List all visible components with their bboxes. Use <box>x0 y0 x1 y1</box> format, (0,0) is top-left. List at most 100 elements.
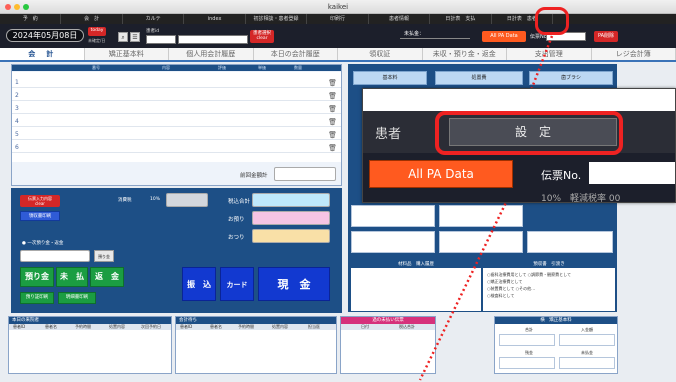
title-bar: kaikei <box>0 0 676 14</box>
col: 患者ID <box>180 324 193 329</box>
total-field[interactable] <box>252 193 330 207</box>
tab-ryoshusho[interactable]: 領収証 <box>338 48 423 60</box>
transfer-button[interactable]: 振 込 <box>182 267 216 301</box>
payment-panel: 伝票入力内容 clear 領収書印刷 消費税 10% 税込合計 お預り おつり … <box>11 188 342 313</box>
deposit-amount-input[interactable] <box>20 250 90 262</box>
line-number: 3 <box>15 105 19 112</box>
patient-name-input[interactable] <box>178 35 248 44</box>
trash-icon[interactable]: 🗑 <box>328 78 337 88</box>
line-item[interactable]: 3 🗑 <box>12 104 341 114</box>
item-slot[interactable] <box>439 231 523 253</box>
col: 次回予約日 <box>141 324 161 329</box>
deposit-small-button[interactable]: 預り金 <box>94 250 114 262</box>
col: 予約時間 <box>75 324 91 329</box>
prev-total-field[interactable] <box>274 167 336 181</box>
card-button[interactable]: カード <box>220 267 254 301</box>
waiting-title: 会計待ち <box>176 317 336 324</box>
tab-kojin-history[interactable]: 個人用会計履歴 <box>169 48 254 60</box>
menu-kaikei[interactable]: 会 計 <box>61 14 123 24</box>
close-window-icon[interactable] <box>5 4 11 10</box>
today-patients-title: 本日の来院者 <box>9 317 171 324</box>
opt-label: 調節費・観察費として <box>531 272 572 277</box>
line-item[interactable]: 6 🗑 <box>12 143 341 153</box>
date-display[interactable]: 2024年05月08日 <box>6 29 84 42</box>
tax-rate: 10% <box>150 197 161 202</box>
zoom-lower-bar: All PA Data 伝票No. 10% 軽減税率 00 <box>363 153 675 202</box>
tab-kaikei[interactable]: 会 計 <box>0 48 85 60</box>
today-patients-cols: 患者ID 患者名 予約時間 処置内容 次回予約日 <box>9 324 171 330</box>
patient-id-label: 患者id <box>146 29 160 34</box>
menu-karte[interactable]: カルテ <box>123 14 185 24</box>
deposit-receipt-print-button[interactable]: 預り証印刷 <box>20 292 54 304</box>
deposit-button[interactable]: 預り金 <box>20 267 54 287</box>
col-zankin: 残金 <box>525 350 533 355</box>
trash-icon[interactable]: 🗑 <box>328 104 337 114</box>
item-slot[interactable] <box>527 231 613 253</box>
search-button[interactable]: ⌕ <box>118 32 128 42</box>
zoom-window-icon[interactable] <box>23 4 29 10</box>
search-icon: ⌕ <box>121 34 125 41</box>
tab-mishu[interactable]: 未収・預り金・返金 <box>423 48 507 60</box>
minimize-window-icon[interactable] <box>14 4 20 10</box>
col-bango: 番号 <box>92 65 100 70</box>
tax-label: 消費税 <box>118 198 132 203</box>
pa-delete-button[interactable]: PA削除 <box>594 31 618 42</box>
menu-daily-payment[interactable]: 日計表 支払 <box>430 14 492 24</box>
zankin-field[interactable] <box>499 357 555 369</box>
col: 患者名 <box>210 324 222 329</box>
today-button[interactable]: today <box>88 27 106 36</box>
waiting-panel: 会計待ち 患者ID 患者名 予約時間 処置内容 担当医 <box>175 316 337 374</box>
menu-print[interactable]: 印刷行 <box>307 14 369 24</box>
item-slot[interactable] <box>439 205 523 227</box>
trash-icon[interactable]: 🗑 <box>328 143 337 153</box>
mibarai-field[interactable] <box>559 357 615 369</box>
tab-kyosei[interactable]: 矯正基本料 <box>85 48 169 60</box>
prev-total-label: 前回金額計 <box>240 173 268 179</box>
unpaid-underline <box>400 38 470 39</box>
tab-kihonryo[interactable]: 基本料 <box>353 71 427 85</box>
receipt-print-button[interactable]: 領収書印刷 <box>20 211 60 221</box>
menu-patient-info[interactable]: 患者情報 <box>369 14 431 24</box>
trash-icon[interactable]: 🗑 <box>328 117 337 127</box>
zoom-denpyo-input[interactable] <box>589 162 675 184</box>
line-item[interactable]: 5 🗑 <box>12 130 341 140</box>
item-slot[interactable] <box>351 205 435 227</box>
tax-field[interactable] <box>166 193 208 207</box>
trash-icon[interactable]: 🗑 <box>328 91 337 101</box>
line-item[interactable]: 1 🗑 <box>12 78 341 88</box>
refund-button[interactable]: 返 金 <box>90 267 124 287</box>
zoom-all-pa-button[interactable]: All PA Data <box>369 160 513 188</box>
patient-select-button[interactable]: 患者選択 clear <box>250 30 274 43</box>
unpaid-label: 未払金： <box>404 31 425 37</box>
menu-registration[interactable]: 初診相談・患者登録 <box>246 14 308 24</box>
col-nyukin: 入金額 <box>581 327 593 332</box>
menu-yoyaku[interactable]: 予 約 <box>0 14 62 24</box>
patient-id-input[interactable] <box>146 35 176 44</box>
line-item[interactable]: 2 🗑 <box>12 91 341 101</box>
deposit-field[interactable] <box>252 211 330 225</box>
unpaid-slips-panel: 過の未払い伝票 日付 税込合計 <box>340 316 436 374</box>
unpaid-button[interactable]: 未 払 <box>56 267 88 287</box>
change-field[interactable] <box>252 229 330 243</box>
gokei-field[interactable] <box>499 334 555 346</box>
tab-today-history[interactable]: 本日の会計履歴 <box>254 48 338 60</box>
item-slot[interactable] <box>351 231 435 253</box>
tab-toothbrush[interactable]: 歯ブラシ <box>529 71 613 85</box>
col: 担当医 <box>308 324 320 329</box>
one-time-deposit-radio[interactable]: ● 一次預り金・返金 <box>22 240 63 246</box>
trash-icon[interactable]: 🗑 <box>328 130 337 140</box>
line-item[interactable]: 4 🗑 <box>12 117 341 127</box>
statement-print-button[interactable]: 明細書印刷 <box>58 292 96 304</box>
opt-label: 装置費として <box>490 286 515 291</box>
tab-reji[interactable]: レジ会計簿 <box>592 48 676 60</box>
all-pa-data-button[interactable]: All PA Data <box>482 31 526 42</box>
list-button[interactable]: ☰ <box>130 32 140 42</box>
menu-index[interactable]: index <box>184 14 246 24</box>
col-suryo: 数量 <box>294 65 302 70</box>
cash-button[interactable]: 現 金 <box>258 267 330 301</box>
nyukin-field[interactable] <box>559 334 615 346</box>
tab-shochi[interactable]: 処置費 <box>435 71 523 85</box>
tab-shishutsu[interactable]: 支出管理 <box>507 48 592 60</box>
zoom-callout: 患者 設 定 All PA Data 伝票No. 10% 軽減税率 00 <box>362 88 676 203</box>
clear-entry-button[interactable]: 伝票入力内容 clear <box>20 195 60 207</box>
